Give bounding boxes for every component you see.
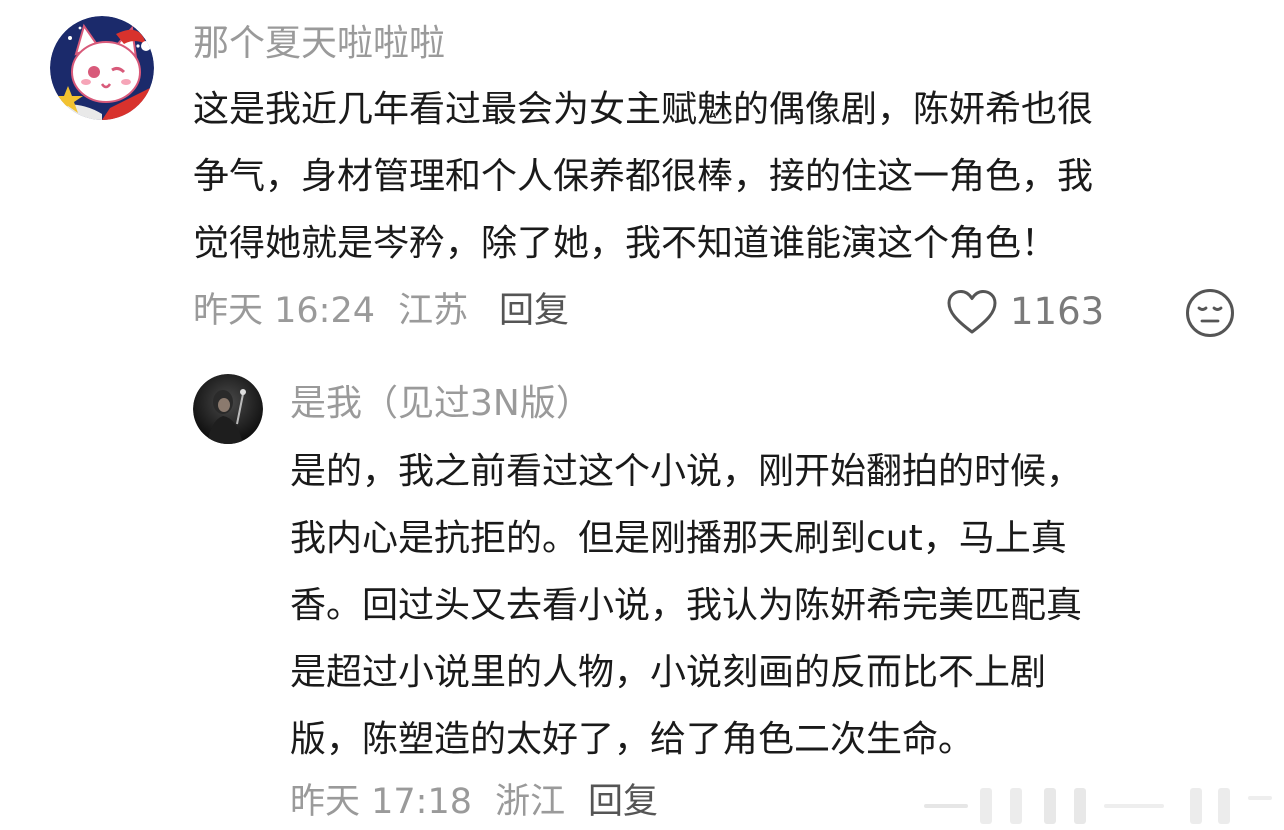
comment-thread: 那个夏天啦啦啦 这是我近几年看过最会为女主赋魅的偶像剧，陈妍希也很 争气，身材管… [0, 0, 1284, 830]
reply-location: 浙江 [495, 782, 566, 822]
comment-text-line: 觉得她就是岑矜，除了她，我不知道谁能演这个角色！ [193, 223, 1058, 264]
comment-body: 这是我近几年看过最会为女主赋魅的偶像剧，陈妍希也很 争气，身材管理和个人保养都很… [193, 76, 1093, 277]
comment-time: 昨天 16:24 [193, 291, 375, 331]
comment-reply-button[interactable]: 回复 [499, 289, 569, 333]
neutral-face-icon[interactable] [1185, 288, 1235, 338]
watermark-icon [918, 782, 1284, 830]
reply-time: 昨天 17:18 [290, 782, 472, 822]
reply-text-line: 香。回过头又去看小说，我认为陈妍希完美匹配真 [290, 585, 1083, 626]
heart-icon [946, 289, 998, 335]
reply-meta: 昨天 17:18 浙江 [290, 780, 565, 824]
reply-text-line: 版，陈塑造的太好了，给了角色二次生命。 [290, 719, 975, 760]
like-button[interactable]: 1163 [946, 286, 1104, 338]
comment-text-line: 这是我近几年看过最会为女主赋魅的偶像剧，陈妍希也很 [193, 89, 1094, 130]
comment-location: 江苏 [398, 291, 469, 331]
reply-body: 是的，我之前看过这个小说，刚开始翻拍的时候， 我内心是抗拒的。但是刚播那天刷到c… [290, 438, 1082, 773]
reply-text-line: 是的，我之前看过这个小说，刚开始翻拍的时候， [290, 451, 1083, 492]
reply-text-line: 是超过小说里的人物，小说刻画的反而比不上剧 [290, 652, 1047, 693]
cat-avatar-icon[interactable] [50, 16, 154, 120]
photo-avatar-icon[interactable] [193, 374, 263, 444]
comment-meta: 昨天 16:24 江苏 [193, 289, 468, 333]
comment-text-line: 争气，身材管理和个人保养都很棒，接的住这一角色，我 [193, 156, 1094, 197]
reply-reply-button[interactable]: 回复 [588, 780, 658, 824]
like-count: 1163 [1010, 290, 1105, 333]
reply-username[interactable]: 是我（见过3N版） [290, 382, 592, 426]
reply-text-line: 我内心是抗拒的。但是刚播那天刷到cut，马上真 [290, 518, 1067, 559]
comment-username[interactable]: 那个夏天啦啦啦 [193, 22, 445, 66]
